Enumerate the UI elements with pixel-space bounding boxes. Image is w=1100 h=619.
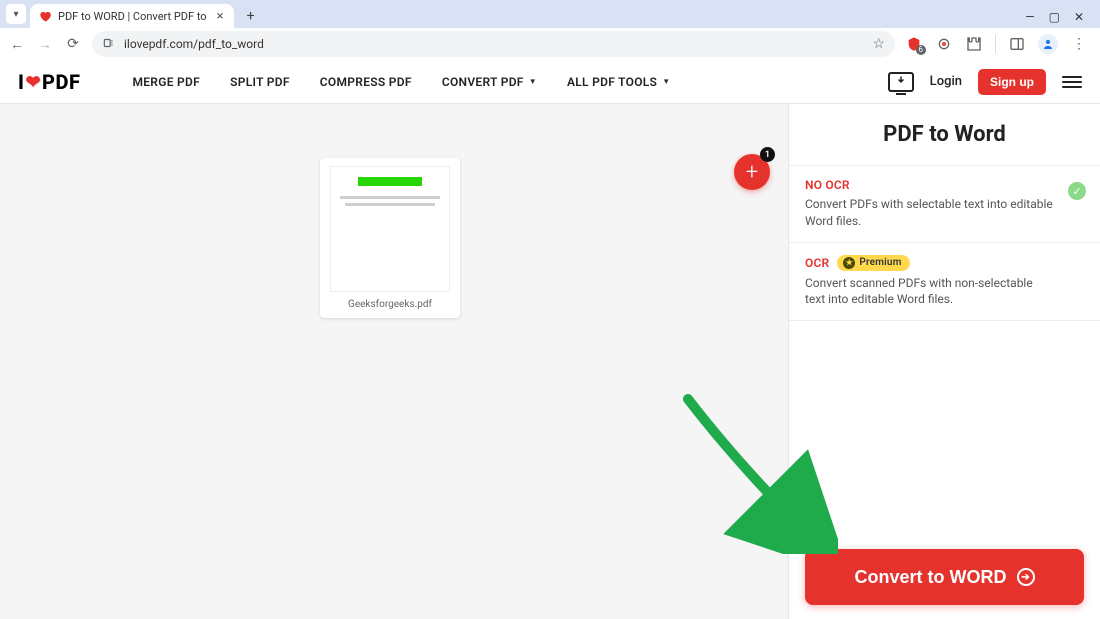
divider — [995, 35, 996, 53]
minimize-button[interactable]: ― — [1025, 10, 1034, 24]
window-controls: ― ▢ ✕ — [1015, 10, 1094, 28]
file-preview — [330, 166, 450, 292]
extension-badge: 6 — [916, 45, 927, 55]
nav-merge[interactable]: MERGE PDF — [132, 75, 200, 89]
maximize-button[interactable]: ▢ — [1049, 10, 1060, 24]
back-button[interactable]: ← — [8, 36, 26, 53]
address-bar: ← → ⟳ ilovepdf.com/pdf_to_word ☆ 6 — [0, 28, 1100, 60]
workspace: Geeksforgeeks.pdf + 1 PDF to Word NO OCR… — [0, 104, 1100, 619]
nav-convert-label: CONVERT PDF — [442, 75, 524, 89]
convert-label: Convert to WORD — [855, 567, 1007, 588]
omnibox[interactable]: ilovepdf.com/pdf_to_word ☆ — [92, 31, 895, 57]
file-card[interactable]: Geeksforgeeks.pdf — [320, 158, 460, 318]
option-desc: Convert PDFs with selectable text into e… — [805, 196, 1055, 230]
tab-close-icon[interactable]: × — [217, 10, 224, 23]
chrome-actions: 6 ⋮ — [905, 34, 1092, 54]
sidepanel-icon[interactable] — [1008, 35, 1026, 53]
browser-tab[interactable]: PDF to WORD | Convert PDF to × — [30, 4, 234, 28]
logo-text-left: I — [18, 70, 24, 94]
chevron-down-icon: ▼ — [529, 77, 537, 86]
extension-lens-icon[interactable] — [935, 35, 953, 53]
menu-hamburger-icon[interactable] — [1062, 76, 1082, 88]
new-tab-button[interactable]: + — [242, 7, 260, 25]
selected-check-icon: ✓ — [1068, 182, 1086, 200]
extensions-puzzle-icon[interactable] — [965, 35, 983, 53]
nav-convert[interactable]: CONVERT PDF ▼ — [442, 75, 537, 89]
options-sidebar: PDF to Word NO OCR Convert PDFs with sel… — [788, 104, 1100, 619]
file-canvas: Geeksforgeeks.pdf + 1 — [0, 104, 788, 619]
preview-highlight — [358, 177, 422, 186]
logo-text-right: PDF — [42, 70, 80, 94]
desktop-download-icon[interactable] — [888, 72, 914, 92]
site-navbar: I ❤ PDF MERGE PDF SPLIT PDF COMPRESS PDF… — [0, 60, 1100, 104]
heart-icon: ❤ — [25, 72, 41, 93]
forward-button[interactable]: → — [36, 36, 54, 53]
nav-all-tools[interactable]: ALL PDF TOOLS ▼ — [567, 75, 670, 89]
sidebar-title: PDF to Word — [789, 104, 1100, 165]
option-title: NO OCR — [805, 178, 1084, 192]
arrow-right-circle-icon: ➔ — [1017, 568, 1035, 586]
nav-split[interactable]: SPLIT PDF — [230, 75, 290, 89]
preview-line — [345, 203, 435, 206]
option-ocr[interactable]: OCR ★ Premium Convert scanned PDFs with … — [789, 243, 1100, 322]
add-file-button[interactable]: + 1 — [734, 154, 770, 190]
login-link[interactable]: Login — [930, 74, 962, 89]
preview-line — [340, 196, 440, 199]
site-info-icon[interactable] — [102, 36, 116, 53]
premium-badge: ★ Premium — [837, 255, 909, 271]
tabsearch-button[interactable]: ▾ — [6, 4, 26, 24]
chevron-down-icon: ▼ — [662, 77, 670, 86]
option-no-ocr[interactable]: NO OCR Convert PDFs with selectable text… — [789, 165, 1100, 243]
signup-button[interactable]: Sign up — [978, 69, 1046, 95]
tab-title: PDF to WORD | Convert PDF to — [58, 10, 207, 23]
convert-button[interactable]: Convert to WORD ➔ — [805, 549, 1084, 605]
favicon-heart-icon — [38, 9, 52, 23]
bookmark-star-icon[interactable]: ☆ — [872, 36, 885, 52]
file-name: Geeksforgeeks.pdf — [348, 299, 432, 310]
option-title: OCR ★ Premium — [805, 255, 1084, 271]
site-logo[interactable]: I ❤ PDF — [18, 70, 80, 94]
option-ocr-label: OCR — [805, 256, 829, 270]
tab-bar: ▾ PDF to WORD | Convert PDF to × + ― ▢ ✕ — [0, 0, 1100, 28]
close-window-button[interactable]: ✕ — [1074, 10, 1084, 24]
extension-shield-icon[interactable]: 6 — [905, 35, 923, 53]
profile-avatar[interactable] — [1038, 34, 1058, 54]
url-text: ilovepdf.com/pdf_to_word — [124, 37, 264, 51]
nav-all-label: ALL PDF TOOLS — [567, 75, 657, 89]
premium-icon: ★ — [843, 257, 855, 269]
chrome-menu-icon[interactable]: ⋮ — [1070, 35, 1088, 53]
file-count-badge: 1 — [760, 147, 775, 162]
browser-chrome: ▾ PDF to WORD | Convert PDF to × + ― ▢ ✕… — [0, 0, 1100, 60]
nav-right: Login Sign up — [888, 69, 1082, 95]
reload-button[interactable]: ⟳ — [64, 36, 82, 52]
nav-links: MERGE PDF SPLIT PDF COMPRESS PDF CONVERT… — [132, 75, 670, 89]
premium-label: Premium — [859, 257, 901, 268]
nav-compress[interactable]: COMPRESS PDF — [320, 75, 412, 89]
option-desc: Convert scanned PDFs with non-selectable… — [805, 275, 1055, 309]
